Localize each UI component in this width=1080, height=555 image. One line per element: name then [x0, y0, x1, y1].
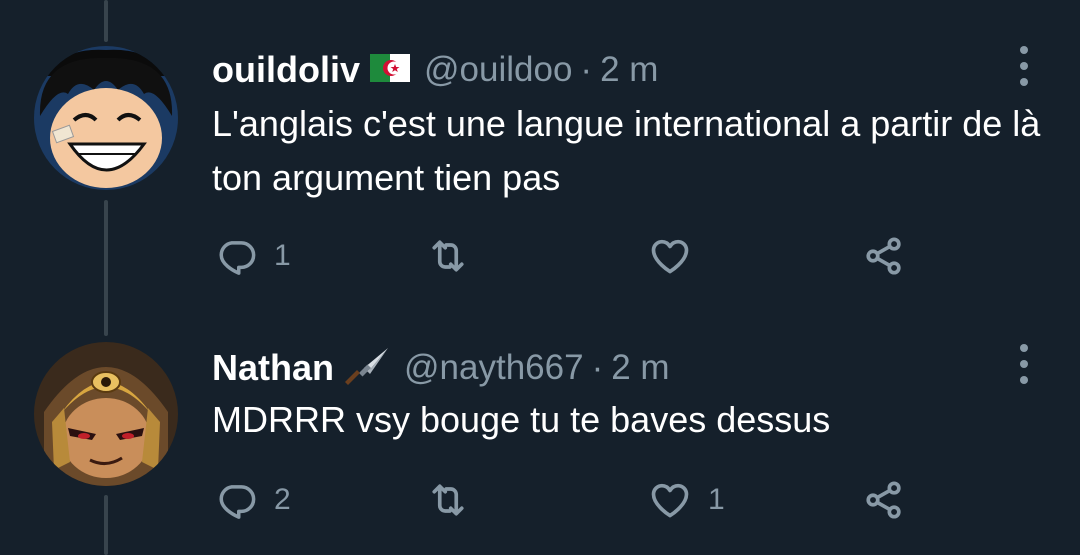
reply-icon [216, 235, 258, 277]
avatar-luffy-image [34, 46, 178, 190]
more-icon[interactable] [1014, 46, 1034, 86]
timestamp[interactable]: 2 m [600, 50, 658, 90]
tweet-actions: 2 1 [212, 476, 912, 524]
tweet-1[interactable]: ouildoliv @ouildoo · 2 m L'anglais c'est… [0, 0, 1080, 300]
like-button[interactable] [648, 232, 708, 280]
display-name[interactable]: ouildoliv [212, 49, 360, 91]
user-handle[interactable]: @nayth667 [404, 348, 584, 388]
like-icon [648, 234, 692, 278]
like-icon [648, 478, 692, 522]
reply-count: 1 [274, 239, 291, 272]
avatar[interactable] [34, 46, 178, 190]
display-name[interactable]: Nathan [212, 347, 334, 389]
share-icon [862, 234, 906, 278]
share-icon [862, 478, 906, 522]
tweet-text: MDRRR vsy bouge tu te baves dessus [212, 399, 831, 440]
reply-count: 2 [274, 483, 291, 516]
separator-dot: · [591, 348, 604, 387]
algeria-flag-icon [370, 53, 410, 87]
dagger-icon [344, 346, 390, 391]
retweet-icon [426, 234, 470, 278]
like-count: 1 [708, 483, 725, 516]
retweet-icon [426, 478, 470, 522]
retweet-button[interactable] [426, 476, 486, 524]
tweet-header: ouildoliv @ouildoo · 2 m [212, 48, 658, 92]
timestamp[interactable]: 2 m [611, 348, 669, 388]
like-button[interactable]: 1 [648, 476, 725, 524]
tweet-header: Nathan @nayth667 · 2 m [212, 346, 670, 390]
more-icon[interactable] [1014, 344, 1034, 384]
share-button[interactable] [862, 476, 906, 524]
tweet-actions: 1 [212, 232, 912, 280]
retweet-button[interactable] [426, 232, 486, 280]
tweet-2[interactable]: Nathan @nayth667 · 2 m MDRRR vsy bouge t… [0, 300, 1080, 555]
avatar[interactable] [34, 342, 178, 486]
reply-button[interactable]: 1 [216, 232, 291, 280]
reply-icon [216, 479, 258, 521]
share-button[interactable] [862, 232, 906, 280]
avatar-yugi-image [34, 342, 178, 486]
user-handle[interactable]: @ouildoo [424, 50, 572, 90]
reply-button[interactable]: 2 [216, 476, 291, 524]
tweet-text: L'anglais c'est une langue international… [212, 103, 1041, 198]
separator-dot: · [580, 50, 593, 89]
